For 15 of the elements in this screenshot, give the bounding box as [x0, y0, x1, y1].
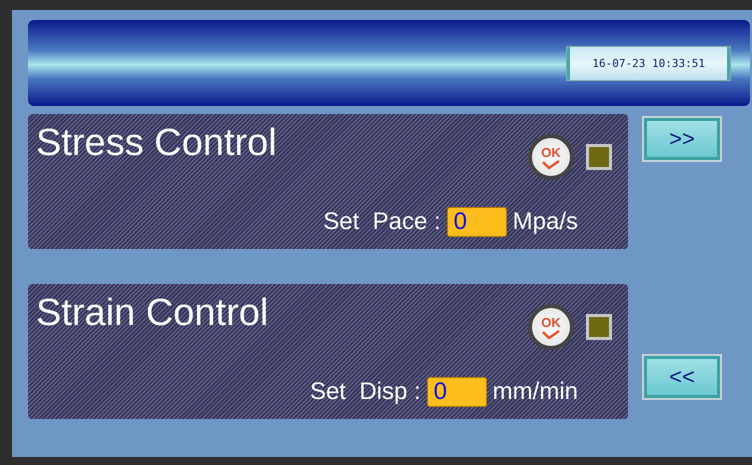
ok-button[interactable]: OK — [528, 304, 574, 350]
ok-button[interactable]: OK — [528, 134, 574, 180]
panel-title: Strain Control — [36, 292, 268, 334]
panel-title: Stress Control — [36, 122, 277, 164]
input-field[interactable]: 0 — [446, 207, 507, 237]
input-field[interactable]: 0 — [426, 377, 487, 407]
clock-display: 16-07-23 10:33:51 — [567, 46, 730, 80]
check-mark-icon — [541, 160, 561, 170]
nav-button[interactable]: >> — [644, 118, 720, 160]
unit-label: Mpa/s — [512, 208, 578, 236]
check-mark-icon — [541, 330, 561, 340]
field-label: Set Pace : — [323, 208, 441, 236]
field-label: Set Disp : — [310, 378, 421, 406]
nav-button[interactable]: << — [644, 356, 720, 398]
unit-label: mm/min — [492, 378, 578, 406]
